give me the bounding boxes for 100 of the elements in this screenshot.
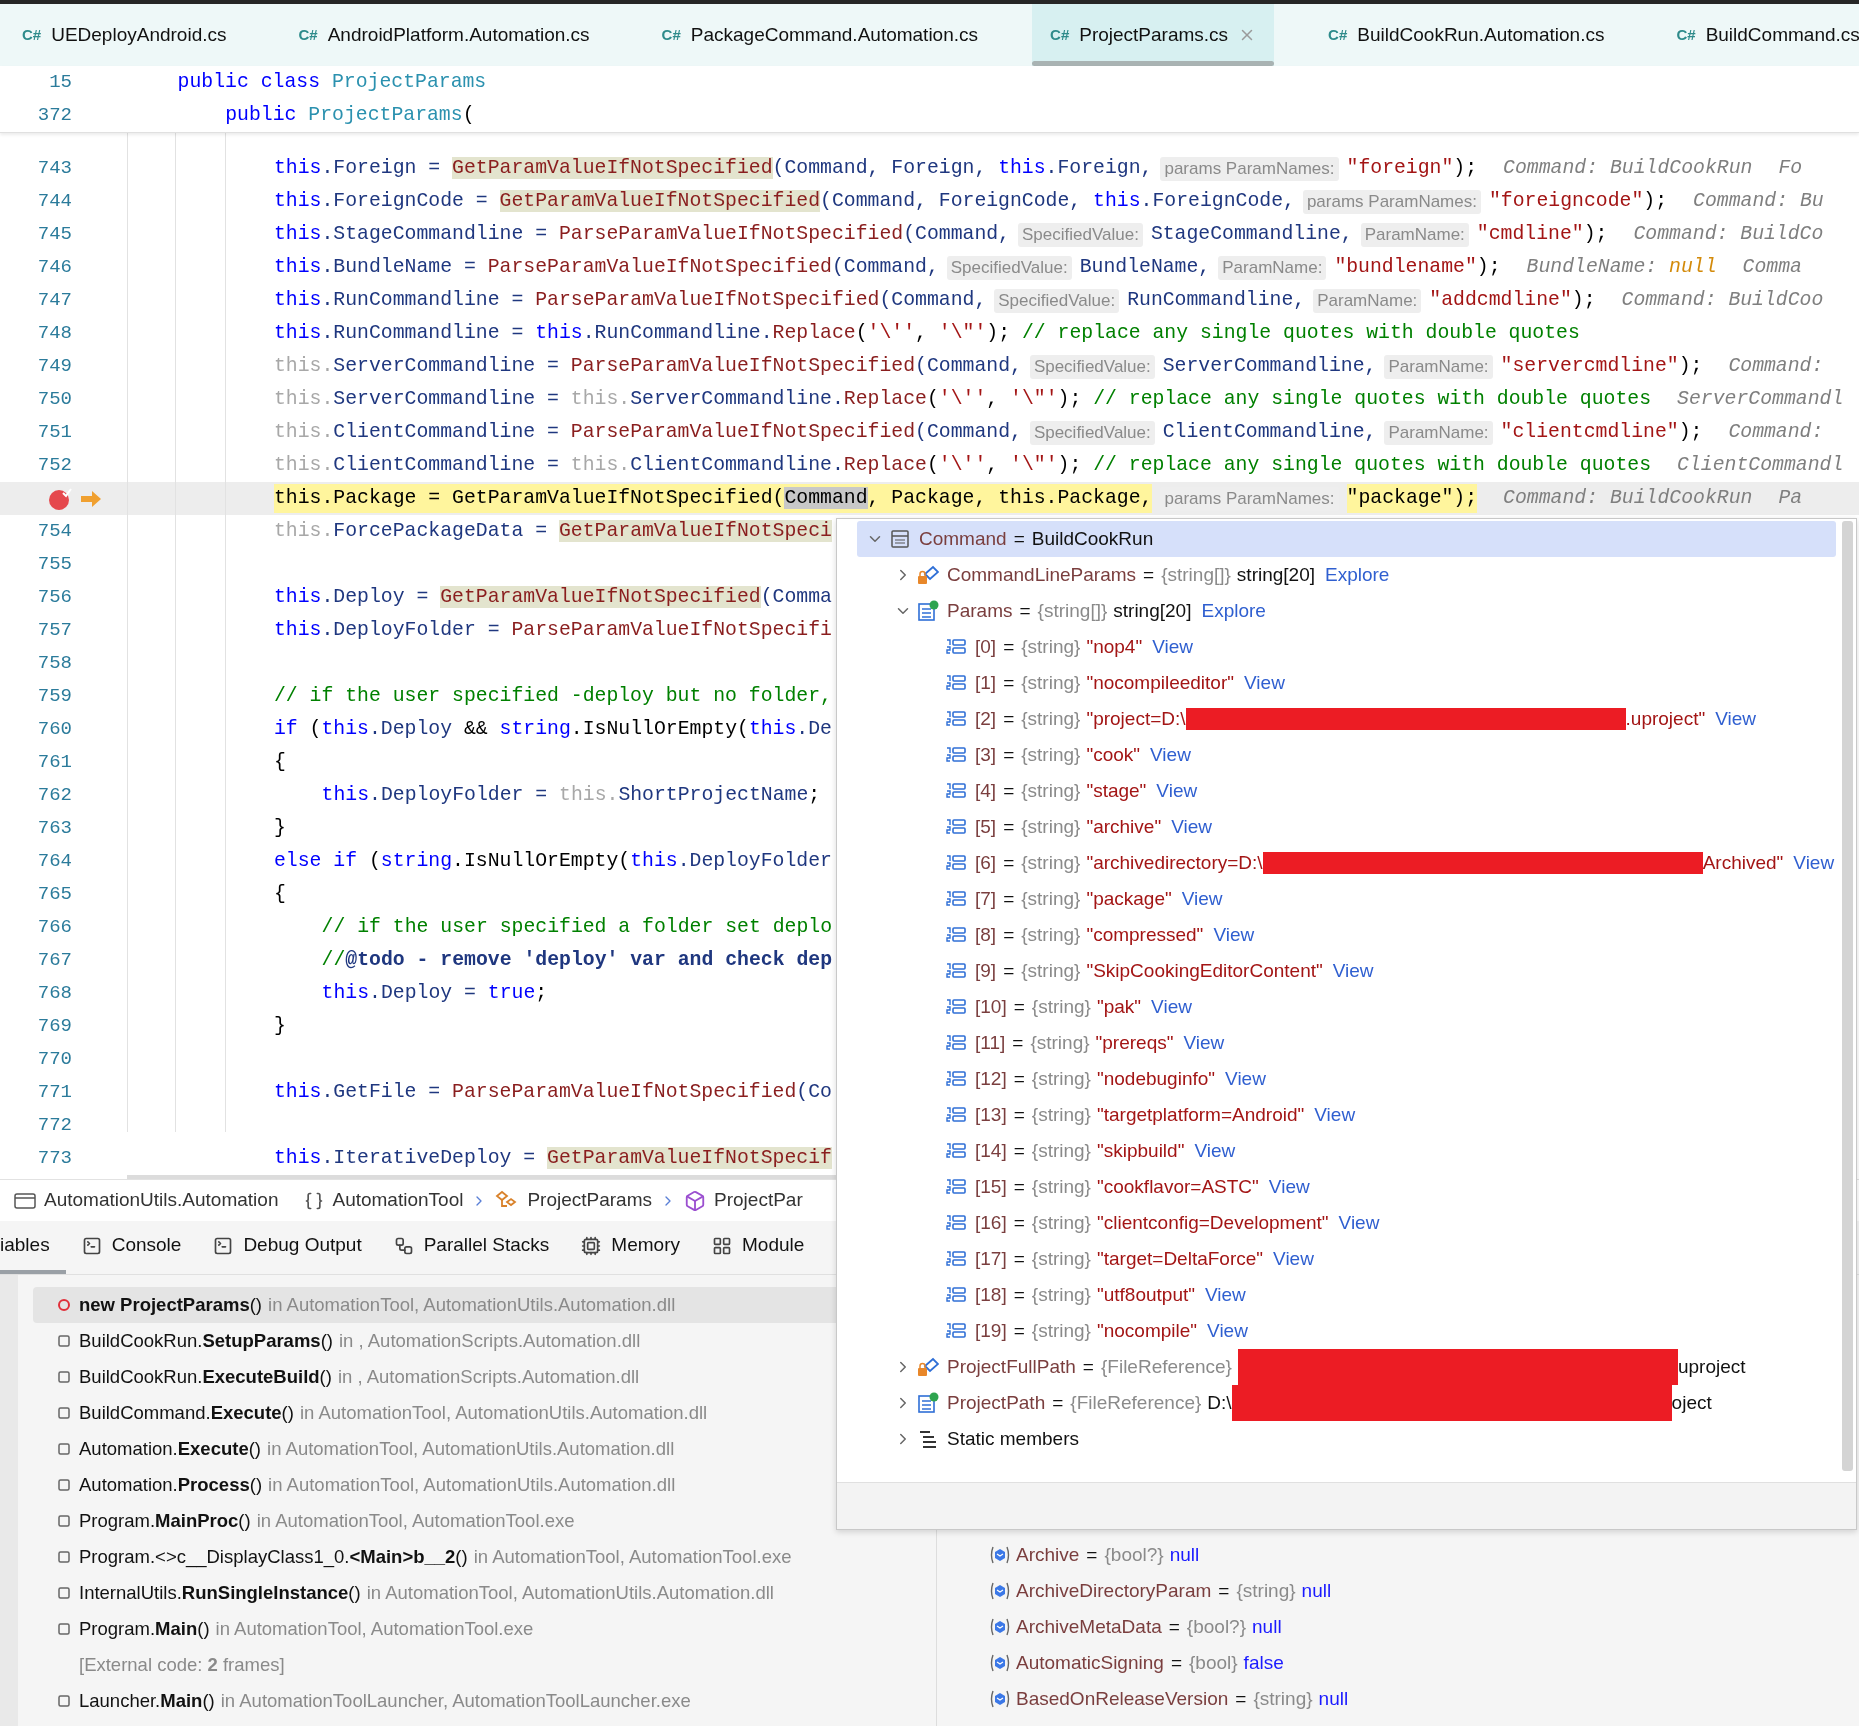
selected-row[interactable]: Command = BuildCookRun (857, 521, 1836, 557)
view-link[interactable]: View (1338, 1208, 1380, 1238)
breadcrumb-item[interactable]: ProjectParams (495, 1186, 653, 1215)
tool-tab[interactable]: Module (696, 1221, 821, 1274)
code-text: this.ServerCommandline = this.ServerCommandline.Replace('\'', '\"'); // replace any single quotes with double quotes (274, 386, 1652, 412)
code-text: this.RunCommandline = this.RunCommandline.Replace('\'', '\"'); // replace any single quotes with double quotes (274, 320, 1580, 346)
code-text: } (274, 815, 286, 841)
variable-value: null (1169, 1542, 1200, 1567)
code-text: "foreign"); (1346, 155, 1478, 181)
call-stack-row[interactable]: BuildCookRun.SetupParams() in , AutomationScripts.Automation.dll (33, 1323, 836, 1359)
view-link[interactable]: View (1793, 848, 1835, 878)
list-icon (917, 600, 939, 622)
view-link[interactable]: View (1273, 1244, 1314, 1274)
debug-value: BundleName: null (1526, 254, 1717, 280)
operator: = (1003, 814, 1015, 839)
operator: = (1003, 670, 1015, 695)
view-link[interactable]: View (1205, 1280, 1246, 1310)
breadcrumb-item[interactable]: ProjectPar (684, 1186, 803, 1215)
variable-name: ArchiveMetaData (1016, 1614, 1162, 1639)
operator: = (1168, 1614, 1180, 1639)
tool-tab[interactable]: Console (65, 1221, 198, 1274)
editor-tab[interactable]: C# ProjectParams.cs (1032, 4, 1275, 66)
tool-tab[interactable]: Memory (565, 1221, 696, 1274)
view-link[interactable]: View (1151, 992, 1192, 1022)
view-link[interactable]: View (1225, 1064, 1266, 1094)
call-stack-row[interactable]: Program.<>c__DisplayClass1_0.<Main>b__2() in AutomationTool, AutomationTool.exe (33, 1539, 836, 1575)
numbered-list-icon (945, 1214, 967, 1232)
variable-name: [11] (975, 1030, 1006, 1055)
type-label: {string} (1021, 634, 1081, 659)
view-link[interactable]: Explore (1201, 596, 1266, 626)
variable-value: "prereqs" (1095, 1030, 1174, 1055)
breadcrumb-item[interactable]: AutomationTool (304, 1186, 464, 1215)
call-stack-row[interactable]: InternalUtils.RunSingleInstance() in AutomationTool, AutomationUtils.Automation.dll (33, 1575, 836, 1611)
property-lock-icon (917, 564, 939, 586)
variable-name: Params (947, 598, 1013, 623)
operator: = (1013, 526, 1025, 551)
variable-name: BasedOnReleaseVersion (1016, 1686, 1229, 1711)
variable-name: [9] (975, 958, 997, 983)
language-label: C# (22, 24, 42, 45)
view-link[interactable]: Explore (1325, 560, 1390, 590)
view-link[interactable]: View (1150, 740, 1191, 770)
view-link[interactable]: View (1207, 1316, 1248, 1346)
operator: = (1003, 742, 1015, 767)
call-stack-row[interactable]: Program.MainProc() in AutomationTool, AutomationTool.exe (33, 1503, 836, 1539)
view-link[interactable]: View (1183, 1028, 1225, 1058)
call-stack-row[interactable]: Program.Main() in AutomationTool, AutomationTool.exe (33, 1611, 836, 1647)
type-label: {string} (1021, 706, 1081, 731)
code-text: ServerCommandline, (1162, 353, 1377, 379)
view-link[interactable]: View (1244, 668, 1285, 698)
view-link[interactable]: View (1213, 920, 1255, 950)
view-link[interactable]: View (1268, 1172, 1310, 1202)
terminal-icon (213, 1235, 234, 1256)
call-stack-row[interactable]: new ProjectParams() in AutomationTool, AutomationUtils.Automation.dll (33, 1287, 836, 1323)
code-text: if (this.Deploy && string.IsNullOrEmpty(this.De (274, 716, 832, 742)
call-stack-row[interactable]: Automation.Process() in AutomationTool, AutomationUtils.Automation.dll (33, 1467, 836, 1503)
language-label: C# (1050, 24, 1070, 45)
type-label: {string} (1031, 1174, 1091, 1199)
scrollbar[interactable] (1842, 521, 1853, 1471)
call-stack-row[interactable]: Automation.Execute() in AutomationTool, AutomationUtils.Automation.dll (33, 1431, 836, 1467)
call-stack-row[interactable]: Launcher.Main() in AutomationToolLauncher, AutomationToolLauncher.exe (33, 1683, 836, 1719)
frame-method: Launcher.Main() (79, 1689, 215, 1714)
view-link[interactable]: View (1171, 812, 1212, 842)
type-label: {string} (1031, 1318, 1091, 1343)
view-link[interactable]: View (1181, 884, 1223, 914)
frame-method: Program.MainProc() (79, 1509, 251, 1534)
operator: = (1170, 1650, 1182, 1675)
numbered-list-icon (945, 638, 967, 656)
square-icon (57, 1550, 71, 1564)
tool-tab[interactable]: Debug Output (197, 1221, 378, 1274)
square-icon (57, 1514, 71, 1528)
variable-name: [17] (975, 1246, 1007, 1271)
variable-name: CommandLineParams (947, 562, 1137, 587)
editor-tab[interactable]: C# BuildCookRun.Automation.cs (1310, 4, 1623, 66)
editor-tab[interactable]: C# PackageCommand.Automation.cs (643, 4, 997, 66)
call-stack-row[interactable]: BuildCommand.Execute() in AutomationTool, AutomationUtils.Automation.dll (33, 1395, 836, 1431)
frame-location: in AutomationTool, AutomationUtils.Automation.dll (268, 1473, 676, 1498)
view-link[interactable]: View (1194, 1136, 1236, 1166)
variable-value: Archived" (1702, 850, 1784, 875)
code-text: this.ClientCommandline = ParseParamValueIfNotSpecified(Command, (274, 419, 1022, 445)
operator: = (1218, 1578, 1230, 1603)
variable-name: [3] (975, 742, 997, 767)
code-text: "servercmdline"); (1500, 353, 1703, 379)
type-label: {string} (1021, 814, 1081, 839)
view-link[interactable]: View (1715, 704, 1756, 734)
breadcrumb-item[interactable]: AutomationUtils.Automation (14, 1186, 279, 1215)
breakpoint-icon[interactable] (48, 486, 72, 511)
code-text: { (274, 749, 286, 775)
numbered-list-icon (945, 1034, 967, 1052)
view-link[interactable]: View (1152, 632, 1193, 662)
editor-tab[interactable]: C# AndroidPlatform.Automation.cs (280, 4, 608, 66)
view-link[interactable]: View (1332, 956, 1374, 986)
call-stack-row[interactable]: BuildCookRun.ExecuteBuild() in , AutomationScripts.Automation.dll (33, 1359, 836, 1395)
code-text: "cmdline"); (1476, 221, 1608, 247)
tool-tab[interactable]: Parallel Stacks (377, 1221, 566, 1274)
view-link[interactable]: View (1156, 776, 1198, 806)
view-link[interactable]: View (1314, 1100, 1356, 1130)
editor-tab[interactable]: C# BuildCommand.cs (1658, 4, 1859, 66)
operator: = (1086, 1542, 1098, 1567)
editor-tab[interactable]: C# UEDeployAndroid.cs (4, 4, 245, 66)
type-label: {string} (1031, 1246, 1091, 1271)
